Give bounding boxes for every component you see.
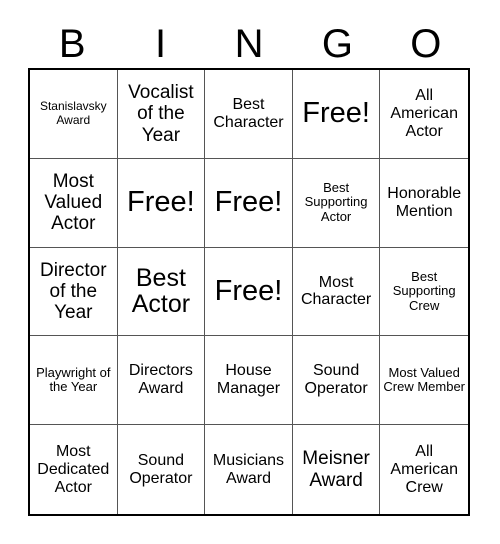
bingo-cell-label: Free! <box>214 274 283 307</box>
bingo-cell-label: Sound Operator <box>129 451 193 487</box>
bingo-cell[interactable]: Most Character <box>292 247 381 337</box>
bingo-cell[interactable]: Best Supporting Crew <box>380 248 468 337</box>
bingo-cell-label: Most Valued Crew Member <box>383 364 465 395</box>
bingo-cell-label: Vocalist of the Year <box>128 82 194 146</box>
bingo-cell-free[interactable]: Free! <box>205 247 293 337</box>
bingo-cell-label: Directors Award <box>128 362 193 398</box>
bingo-cell[interactable]: All American Actor <box>380 70 468 159</box>
bingo-cell[interactable]: Sound Operator <box>292 336 381 426</box>
bingo-cell[interactable]: House Manager <box>205 336 293 426</box>
bingo-cell-label: Sound Operator <box>304 362 368 398</box>
bingo-cell[interactable]: Honorable Mention <box>380 159 468 248</box>
bingo-cell-label: Best Supporting Actor <box>304 179 368 224</box>
bingo-header-letter-i: I <box>155 22 167 66</box>
bingo-cell-label: Director of the Year <box>40 259 107 324</box>
bingo-cell-label: House Manager <box>216 362 281 398</box>
bingo-cell[interactable]: Director of the Year <box>30 247 118 337</box>
bingo-cell-label: Meisner Award <box>302 448 370 491</box>
bingo-header-letter-n: N <box>234 22 264 66</box>
bingo-cell-label: Free! <box>127 186 195 219</box>
bingo-cell-label: Musicians Award <box>212 451 285 487</box>
bingo-cell-label: Playwright of the Year <box>36 364 111 395</box>
bingo-cell-label: Best Supporting Crew <box>392 268 456 313</box>
bingo-cell-label: Most Valued Actor <box>44 170 103 235</box>
bingo-cell[interactable]: All American Crew <box>380 425 468 514</box>
bingo-cell[interactable]: Musicians Award <box>205 425 293 514</box>
bingo-cell[interactable]: Best Actor <box>117 247 206 337</box>
bingo-cell-label: Free! <box>214 186 283 219</box>
bingo-cell[interactable]: Best Supporting Actor <box>292 158 381 248</box>
bingo-cell[interactable]: Stanislavsky Award <box>30 70 118 159</box>
bingo-cell[interactable]: Most Dedicated Actor <box>30 425 118 514</box>
bingo-cell[interactable]: Vocalist of the Year <box>117 70 206 159</box>
bingo-header-letter-g: G <box>321 22 353 66</box>
bingo-cell-label: Free! <box>302 97 370 130</box>
bingo-cell-label: Stanislavsky Award <box>39 99 107 127</box>
bingo-cell[interactable]: Sound Operator <box>118 425 206 514</box>
bingo-cell[interactable]: Directors Award <box>117 336 206 426</box>
bingo-header-letter-b: B <box>58 22 86 66</box>
bingo-header-letter-o: O <box>410 22 442 66</box>
bingo-cell-label: Honorable Mention <box>387 184 462 220</box>
bingo-grid: Stanislavsky Award Vocalist of the Year … <box>28 68 470 516</box>
bingo-header-row: B I N G O <box>28 20 470 68</box>
bingo-cell[interactable]: Best Character <box>205 70 293 159</box>
bingo-cell[interactable]: Most Valued Crew Member <box>380 336 468 426</box>
bingo-cell-free[interactable]: Free! <box>205 158 293 248</box>
bingo-cell-label: Best Actor <box>131 264 191 319</box>
bingo-cell-label: All American Crew <box>390 442 458 496</box>
bingo-cell-label: Most Character <box>300 273 372 309</box>
bingo-cell-label: Most Dedicated Actor <box>37 442 110 496</box>
bingo-card: B I N G O Stanislavsky Award Vocalist of… <box>0 0 500 544</box>
bingo-cell-free[interactable]: Free! <box>292 70 381 159</box>
bingo-cell-free[interactable]: Free! <box>117 158 206 248</box>
bingo-cell[interactable]: Playwright of the Year <box>30 336 118 426</box>
bingo-cell-label: All American Actor <box>390 87 458 140</box>
bingo-cell[interactable]: Meisner Award <box>293 425 381 514</box>
bingo-cell-label: Best Character <box>213 95 284 131</box>
bingo-cell[interactable]: Most Valued Actor <box>30 158 118 248</box>
